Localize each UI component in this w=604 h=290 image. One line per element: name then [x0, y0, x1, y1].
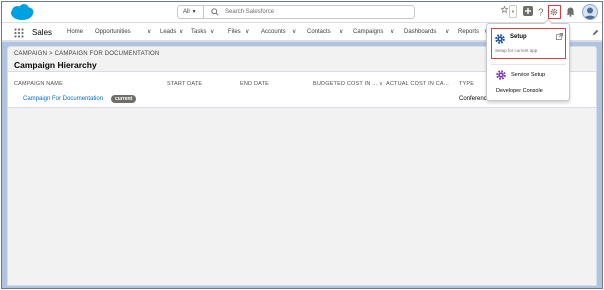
favorites-dropdown[interactable]: ▼ — [509, 5, 517, 18]
chevron-down-icon[interactable]: ∨ — [390, 28, 394, 37]
app-name: Sales — [32, 28, 53, 37]
service-setup-icon — [496, 70, 506, 80]
search-scope-select[interactable]: All ▼ — [178, 6, 204, 18]
column-header-end-date[interactable]: END DATE — [240, 81, 269, 87]
chevron-down-icon[interactable]: ∨ — [245, 28, 249, 37]
breadcrumb[interactable]: CAMPAIGN > CAMPAIGN FOR DOCUMENTATION — [14, 51, 159, 57]
setup-subtitle: Setup for current app — [495, 48, 538, 53]
external-link-icon[interactable] — [556, 33, 563, 40]
setup-gear-button[interactable] — [548, 5, 561, 19]
notification-bell-icon[interactable] — [566, 7, 575, 17]
app-launcher-icon[interactable] — [14, 28, 24, 38]
salesforce-logo[interactable] — [10, 4, 34, 21]
service-setup-menu-item[interactable]: Service Setup — [511, 72, 545, 78]
setup-menu-item[interactable]: Setup Setup for current app — [491, 28, 566, 59]
nav-item-dashboards[interactable]: Dashboards — [404, 28, 436, 37]
user-avatar-icon — [584, 7, 596, 19]
star-icon[interactable] — [501, 6, 508, 13]
gear-icon — [495, 34, 505, 44]
search-input[interactable]: Search Salesforce — [225, 6, 274, 18]
page-title: Campaign Hierarchy — [14, 60, 97, 70]
gear-icon — [550, 8, 558, 15]
nav-item-accounts[interactable]: Accounts — [261, 28, 286, 37]
global-header: All ▼ Search Salesforce ▼ ? — [2, 2, 602, 23]
help-icon[interactable]: ? — [537, 6, 545, 18]
chevron-down-icon: ▼ — [511, 9, 515, 14]
chevron-down-icon[interactable]: ∨ — [210, 28, 214, 37]
add-icon[interactable] — [523, 6, 533, 16]
column-header-campaign-name[interactable]: CAMPAIGN NAME — [14, 81, 63, 87]
svg-text:?: ? — [538, 8, 544, 18]
nav-item-tasks[interactable]: Tasks — [191, 28, 206, 37]
edit-nav-pencil-icon[interactable] — [592, 29, 599, 36]
nav-item-campaigns[interactable]: Campaigns — [353, 28, 383, 37]
nav-item-leads[interactable]: Leads — [160, 28, 176, 37]
nav-item-files[interactable]: Files — [228, 28, 241, 37]
chevron-down-icon[interactable]: ∨ — [379, 81, 383, 87]
chevron-down-icon[interactable]: ∨ — [445, 28, 449, 37]
empty-area — [7, 108, 597, 286]
chevron-down-icon[interactable]: ∨ — [179, 28, 183, 37]
global-search[interactable]: All ▼ Search Salesforce — [177, 5, 415, 19]
search-scope-label: All — [183, 9, 190, 15]
chevron-down-icon[interactable]: ∨ — [147, 28, 151, 37]
column-header-type[interactable]: TYPE — [459, 81, 474, 87]
chevron-down-icon[interactable]: ∨ — [339, 28, 343, 37]
current-badge: current — [111, 95, 137, 103]
chevron-down-icon: ▼ — [191, 9, 197, 15]
app-window: All ▼ Search Salesforce ▼ ? Sales Home O… — [1, 1, 603, 289]
nav-item-contacts[interactable]: Contacts — [307, 28, 331, 37]
campaign-name-link[interactable]: Campaign For Documentation — [23, 96, 103, 102]
column-header-start-date[interactable]: START DATE — [167, 81, 202, 87]
nav-item-reports[interactable]: Reports — [458, 28, 479, 37]
column-header-actual-cost[interactable]: ACTUAL COST IN CA... — [386, 81, 449, 87]
chevron-down-icon[interactable]: ∨ — [292, 28, 296, 37]
menu-divider — [491, 64, 566, 65]
nav-item-home[interactable]: Home — [67, 28, 83, 37]
user-avatar[interactable] — [582, 4, 598, 20]
search-icon — [211, 8, 219, 16]
column-header-budgeted-cost[interactable]: BUDGETED COST IN ... — [313, 81, 377, 87]
developer-console-menu-item[interactable]: Developer Console — [496, 88, 543, 94]
setup-menu: Setup Setup for current app Service Setu… — [486, 18, 570, 101]
setup-title: Setup — [510, 34, 527, 40]
nav-item-opportunities[interactable]: Opportunities — [95, 28, 131, 37]
